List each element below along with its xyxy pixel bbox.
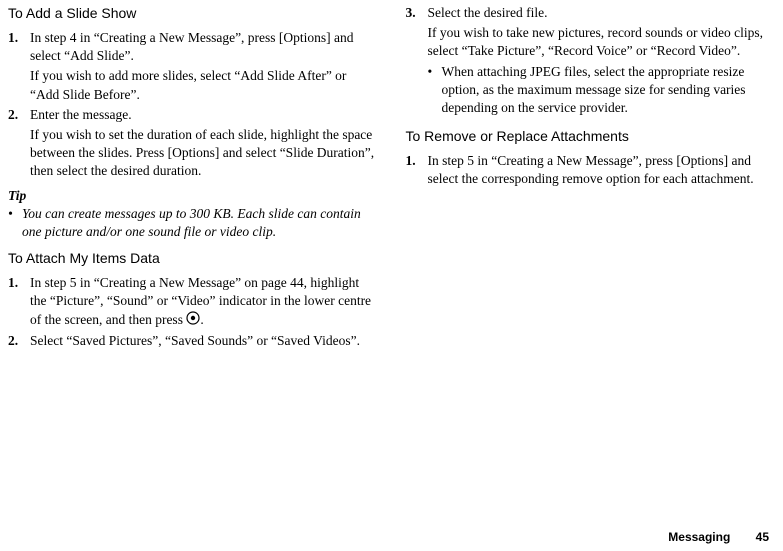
footer-page-number: 45 <box>756 530 769 544</box>
step-text: Enter the message. <box>30 106 378 124</box>
footer-section: Messaging <box>668 530 730 544</box>
page-footer: Messaging 45 <box>668 529 769 545</box>
step-paragraph: If you wish to take new pictures, record… <box>428 24 776 60</box>
heading-remove-replace: To Remove or Replace Attachments <box>406 127 776 146</box>
left-column: To Add a Slide Show 1. In step 4 in “Cre… <box>8 2 378 350</box>
tip-item: • You can create messages up to 300 KB. … <box>8 205 378 241</box>
bullet-marker: • <box>8 205 22 241</box>
step-text: Select the desired file. <box>428 4 776 22</box>
num-marker: 1. <box>406 152 428 188</box>
step-text: Select “Saved Pictures”, “Saved Sounds” … <box>30 332 378 350</box>
num-marker: 2. <box>8 106 30 124</box>
num-marker: 1. <box>8 274 30 330</box>
step-text: In step 5 in “Creating a New Message”, p… <box>428 152 776 188</box>
num-marker: 1. <box>8 29 30 65</box>
tip-label: Tip <box>8 187 378 205</box>
heading-add-slide-show: To Add a Slide Show <box>8 4 378 23</box>
list-item: 1. In step 5 in “Creating a New Message”… <box>8 274 378 330</box>
list-item: 2. Enter the message. <box>8 106 378 124</box>
num-marker: 2. <box>8 332 30 350</box>
step-paragraph: If you wish to set the duration of each … <box>30 126 378 181</box>
list-item: 3. Select the desired file. <box>406 4 776 22</box>
step-paragraph: If you wish to add more slides, select “… <box>30 67 378 103</box>
heading-attach-items: To Attach My Items Data <box>8 249 378 268</box>
bullet-item: • When attaching JPEG files, select the … <box>428 63 776 118</box>
list-item: 1. In step 5 in “Creating a New Message”… <box>406 152 776 188</box>
step-text: In step 4 in “Creating a New Message”, p… <box>30 29 378 65</box>
bullet-text: When attaching JPEG files, select the ap… <box>442 63 776 118</box>
num-marker: 3. <box>406 4 428 22</box>
tip-text: You can create messages up to 300 KB. Ea… <box>22 205 378 241</box>
step-text: In step 5 in “Creating a New Message” on… <box>30 274 378 330</box>
list-item: 2. Select “Saved Pictures”, “Saved Sound… <box>8 332 378 350</box>
page-columns: To Add a Slide Show 1. In step 4 in “Cre… <box>0 0 783 350</box>
list-item: 1. In step 4 in “Creating a New Message”… <box>8 29 378 65</box>
step-text-after: . <box>200 312 203 327</box>
center-key-icon <box>186 311 200 330</box>
right-column: 3. Select the desired file. If you wish … <box>406 2 776 350</box>
bullet-marker: • <box>428 63 442 118</box>
